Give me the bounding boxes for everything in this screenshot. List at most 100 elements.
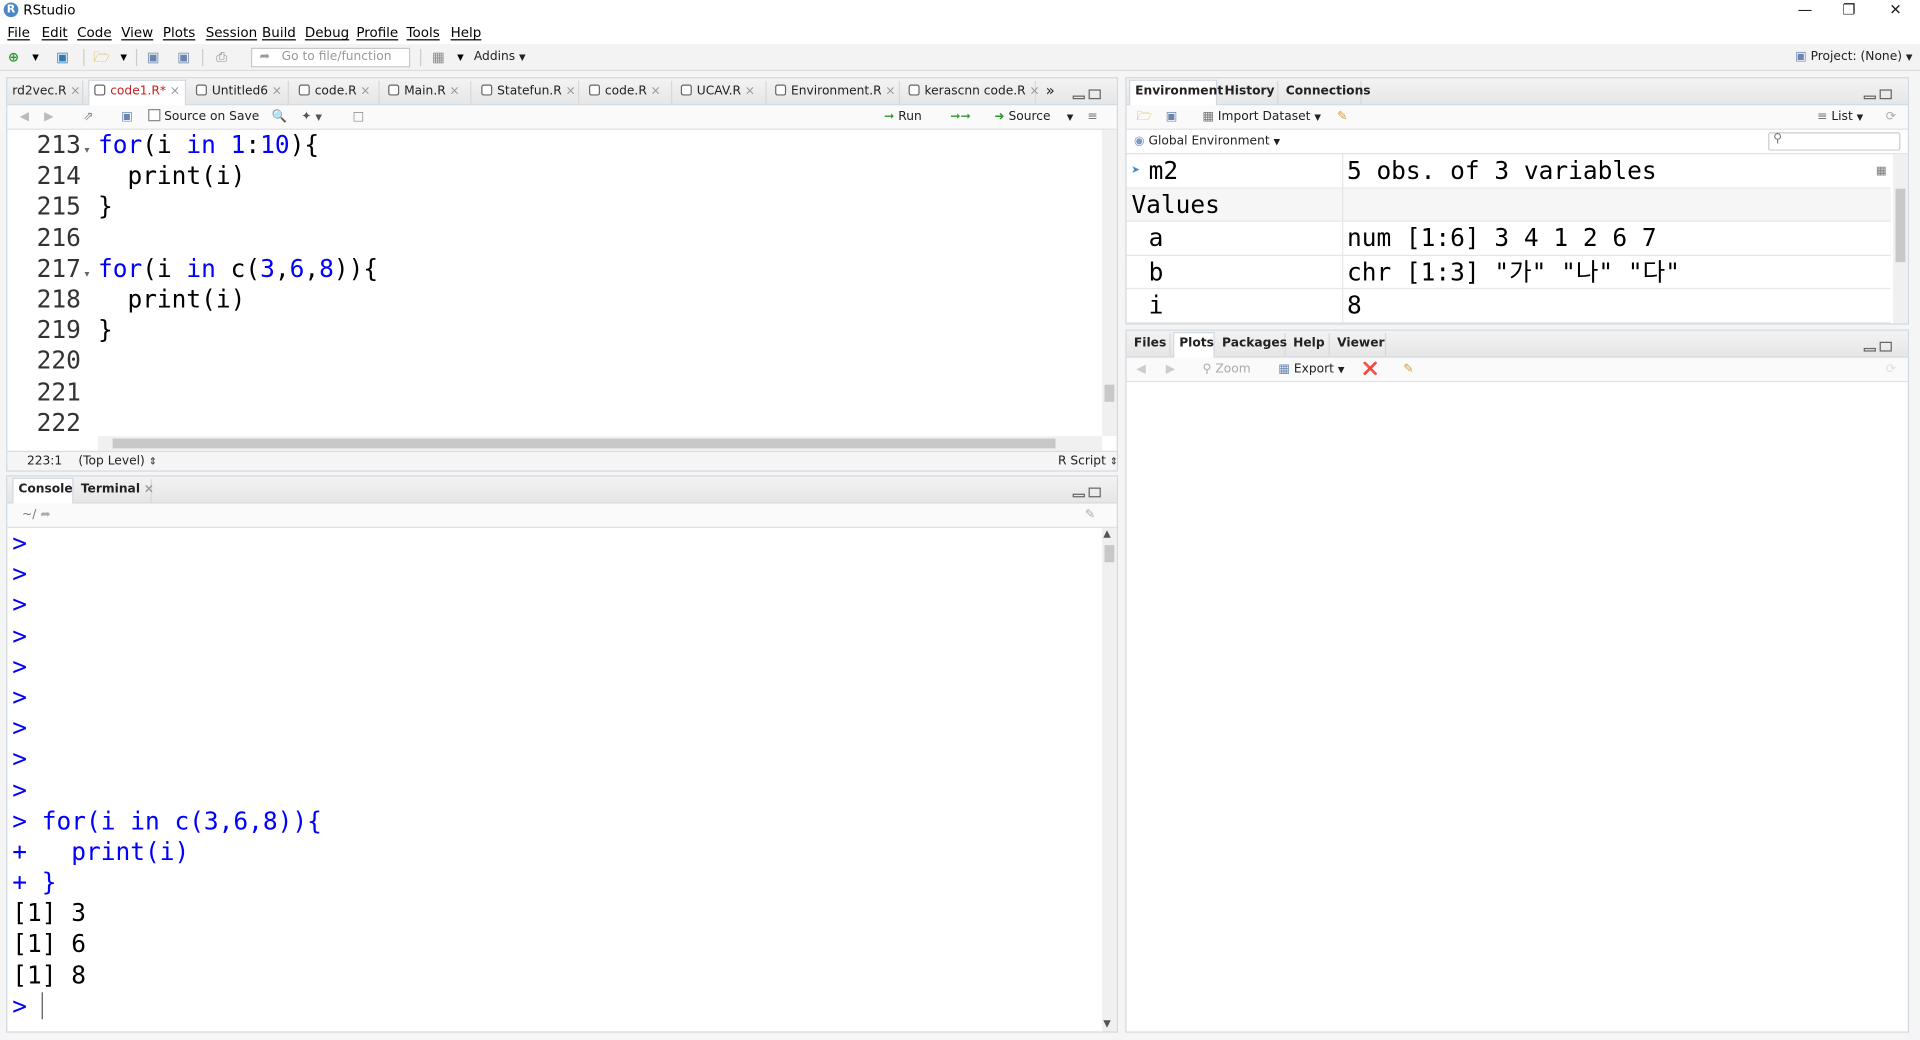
close-icon[interactable]: × — [170, 85, 180, 98]
chevron-down-icon[interactable]: ▼ — [27, 49, 44, 66]
tab-history[interactable]: History — [1220, 80, 1279, 106]
project-menu[interactable]: ▣ Project: (None) ▼ — [1795, 49, 1912, 66]
print-icon[interactable]: ⎙ — [213, 49, 230, 66]
chevron-down-icon[interactable]: ▼ — [115, 49, 132, 66]
scroll-down-icon[interactable]: ▼ — [1103, 1018, 1111, 1029]
tab-packages[interactable]: Packages — [1217, 333, 1287, 358]
code-editor[interactable]: for(i in 1:10){ print(i) } for(i in c(3,… — [98, 130, 378, 346]
scroll-thumb[interactable] — [1104, 384, 1115, 402]
grid-layout-icon[interactable]: ▦ — [430, 49, 447, 66]
refresh-icon[interactable]: ⟳ — [1886, 361, 1896, 378]
export-button[interactable]: ▦ Export ▼ — [1278, 361, 1344, 378]
minimize-icon[interactable]: — — [1783, 0, 1827, 22]
tab-environment[interactable]: Environment — [1128, 79, 1223, 107]
magic-wand-icon[interactable]: ✦ ▼ — [301, 109, 322, 126]
chevron-down-icon[interactable]: ▼ — [452, 49, 469, 66]
source-on-save-checkbox[interactable]: Source on Save — [148, 109, 259, 126]
new-file-icon[interactable]: ⊕ — [5, 49, 22, 66]
save-icon[interactable]: ▣ — [144, 49, 161, 66]
restore-icon[interactable]: ❐ — [1827, 0, 1871, 22]
refresh-icon[interactable]: ⟳ — [1886, 109, 1896, 126]
close-icon[interactable]: × — [651, 85, 661, 98]
save-workspace-icon[interactable]: ▣ — [1166, 109, 1178, 126]
tab-connections[interactable]: Connections — [1281, 80, 1371, 106]
tab-main[interactable]: Main.R × — [383, 80, 472, 106]
forward-icon[interactable]: ▶ — [44, 109, 53, 126]
remove-plot-icon[interactable]: ❌ — [1363, 361, 1378, 378]
environment-vertical-scrollbar[interactable] — [1893, 154, 1908, 324]
tab-untitled6[interactable]: Untitled6 × — [191, 80, 289, 106]
tab-environment[interactable]: Environment.R × — [770, 80, 901, 106]
environment-search-input[interactable]: ⚲ — [1768, 132, 1901, 151]
close-icon[interactable]: × — [745, 85, 755, 98]
open-folder-icon[interactable]: 🗁 — [93, 49, 110, 66]
goto-file-input[interactable]: ➦ Go to file/function — [251, 47, 411, 68]
value-row-i[interactable]: i 8 — [1126, 289, 1891, 323]
tab-statefun[interactable]: Statefun.R × — [476, 80, 580, 106]
editor-vertical-scrollbar[interactable] — [1102, 129, 1117, 437]
view-mode-select[interactable]: ≡ List ▼ — [1817, 109, 1863, 126]
menu-debug[interactable]: Debug — [305, 25, 349, 41]
save-icon[interactable]: ▣ — [121, 109, 133, 126]
value-row-b[interactable]: b chr [1:3] "가" "나" "다" — [1126, 255, 1891, 290]
tab-viewer[interactable]: Viewer — [1332, 333, 1387, 358]
pane-minmax-icon[interactable] — [1863, 86, 1898, 101]
close-icon[interactable]: × — [449, 85, 459, 98]
close-icon[interactable]: × — [70, 85, 80, 98]
scope-select[interactable]: ◉ Global Environment ▼ — [1134, 134, 1280, 151]
close-icon[interactable]: × — [885, 85, 895, 98]
show-in-window-icon[interactable]: ⇗ — [83, 109, 93, 126]
fold-marker-icon[interactable]: ▾ — [84, 145, 89, 156]
menu-plots[interactable]: Plots — [163, 25, 195, 41]
menu-file[interactable]: File — [7, 25, 30, 41]
menu-tools[interactable]: Tools — [407, 25, 440, 41]
tab-terminal[interactable]: Terminal × — [76, 478, 154, 504]
tab-files[interactable]: Files — [1129, 333, 1171, 358]
close-icon[interactable]: × — [360, 85, 370, 98]
broom-icon[interactable]: ✎ — [1337, 109, 1347, 126]
menu-build[interactable]: Build — [262, 25, 296, 41]
tab-rd2vec[interactable]: rd2vec.R × — [7, 80, 84, 106]
outline-icon[interactable]: ≡ — [1087, 109, 1097, 126]
broom-icon[interactable]: ✎ — [1085, 507, 1095, 524]
console-output[interactable]: > > > > > > > > > > for(i in c(3,6,8)){ … — [12, 528, 322, 1022]
source-button[interactable]: ➜ Source ▼ — [994, 109, 1073, 126]
active-prompt-line[interactable]: > — [12, 991, 322, 1022]
fold-marker-icon[interactable]: ▾ — [84, 268, 89, 279]
close-icon[interactable]: × — [1029, 85, 1039, 98]
zoom-button[interactable]: ⚲ Zoom — [1202, 361, 1250, 378]
scope-selector[interactable]: (Top Level) ⇕ — [78, 453, 157, 470]
scroll-up-icon[interactable]: ▲ — [1103, 528, 1111, 539]
tab-ucav[interactable]: UCAV.R × — [676, 80, 767, 106]
rerun-icon[interactable]: ➞➞ — [950, 109, 971, 126]
tab-help[interactable]: Help — [1288, 333, 1330, 358]
tab-plots[interactable]: Plots — [1173, 331, 1215, 359]
view-table-icon[interactable]: ▦ — [1877, 154, 1886, 187]
menu-edit[interactable]: Edit — [42, 25, 68, 41]
editor-horizontal-scrollbar[interactable] — [97, 436, 1103, 451]
new-project-icon[interactable]: ▣ — [54, 49, 71, 66]
menu-help[interactable]: Help — [451, 25, 482, 41]
close-icon[interactable]: × — [272, 85, 282, 98]
addins-menu[interactable]: Addins ▼ — [474, 49, 526, 66]
pane-minmax-icon[interactable] — [1072, 86, 1107, 101]
tab-code-2[interactable]: code.R × — [584, 80, 673, 106]
more-tabs-icon[interactable]: » — [1046, 82, 1055, 99]
tab-code[interactable]: code.R × — [294, 80, 380, 106]
tab-code1[interactable]: code1.R* × — [88, 79, 187, 107]
close-icon[interactable]: ✕ — [1873, 0, 1917, 22]
menu-code[interactable]: Code — [77, 25, 111, 41]
menu-session[interactable]: Session — [206, 25, 257, 41]
compile-report-icon[interactable]: □ — [353, 109, 365, 126]
scroll-thumb[interactable] — [1895, 188, 1906, 263]
search-icon[interactable]: 🔍 — [272, 109, 287, 126]
pane-minmax-icon[interactable] — [1863, 338, 1898, 353]
back-icon[interactable]: ◀ — [20, 109, 29, 126]
scroll-thumb[interactable] — [112, 438, 1056, 449]
console-vertical-scrollbar[interactable]: ▲ ▼ — [1102, 527, 1117, 1032]
menu-view[interactable]: View — [121, 25, 153, 41]
run-button[interactable]: ➞ Run — [884, 109, 922, 126]
previous-plot-icon[interactable]: ◀ — [1136, 361, 1145, 378]
go-to-directory-icon[interactable]: ➦ — [40, 508, 50, 521]
import-dataset-button[interactable]: ▦ Import Dataset ▼ — [1202, 109, 1320, 126]
